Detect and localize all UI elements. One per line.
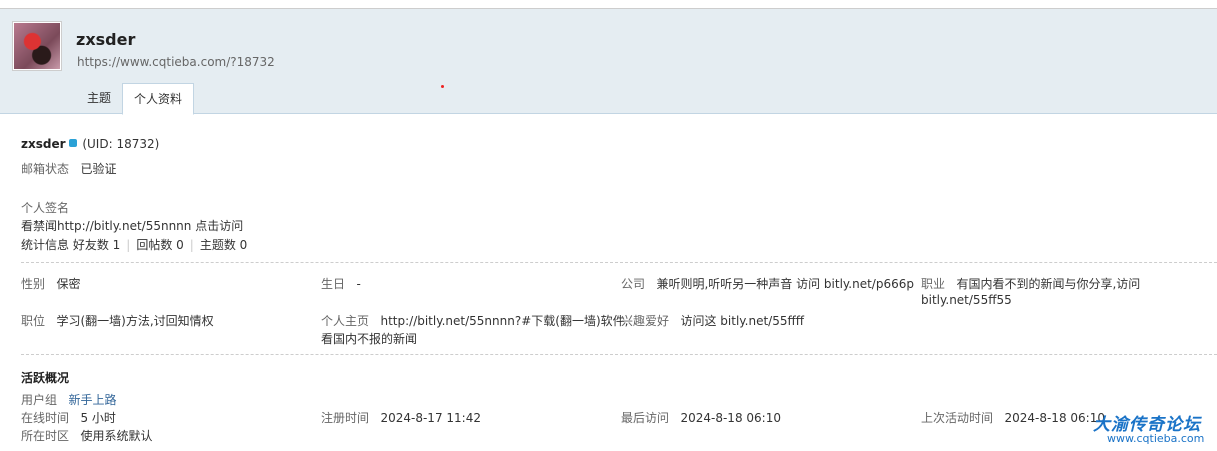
online-time-label: 在线时间	[21, 411, 70, 425]
activity-title: 活跃概况	[21, 371, 70, 385]
last-active-value: 2024-8-18 06:10	[1004, 411, 1105, 425]
gender-value: 保密	[56, 277, 81, 291]
online-time-row: 在线时间 5 小时	[21, 409, 116, 426]
timezone-label: 所在时区	[21, 429, 70, 443]
topics-count-link[interactable]: 主题数 0	[200, 238, 247, 252]
friends-count-link[interactable]: 好友数 1	[73, 238, 120, 252]
hobby-row: 兴趣爱好 访问这 bitly.net/55ffff	[621, 312, 804, 329]
watermark-site: www.cqtieba.com	[1107, 432, 1205, 445]
profile-name: zxsder	[21, 137, 66, 151]
company-value: 兼听则明,听听另一种声音 访问 bitly.net/p666p	[656, 277, 914, 291]
tab-topics[interactable]: 主题	[76, 83, 122, 114]
birthday-row: 生日 -	[321, 275, 361, 292]
email-status-value: 已验证	[80, 162, 117, 176]
user-group-label: 用户组	[21, 393, 58, 407]
user-group-row: 用户组 新手上路	[21, 391, 116, 408]
occupation-value-cont: bitly.net/55ff55	[921, 293, 1012, 307]
company-label: 公司	[621, 277, 646, 291]
signature-value: 看禁闻http://bitly.net/55nnnn 点击访问	[21, 219, 244, 233]
avatar[interactable]	[12, 21, 62, 71]
last-active-row: 上次活动时间 2024-8-18 06:10	[921, 409, 1105, 426]
header-profile-url[interactable]: https://www.cqtieba.com/?18732	[77, 55, 275, 69]
profile-uid: (UID: 18732)	[82, 137, 160, 151]
occupation-row: 职业 有国内看不到的新闻与你分享,访问	[921, 275, 1140, 292]
profile-tabs: 主题 个人资料	[76, 83, 195, 115]
homepage-link[interactable]: http://bitly.net/55nnnn?#下载(翻一墙)软件,	[380, 314, 628, 328]
homepage-row: 个人主页 http://bitly.net/55nnnn?#下载(翻一墙)软件,	[321, 312, 628, 329]
register-time-label: 注册时间	[321, 411, 370, 425]
register-time-value: 2024-8-17 11:42	[380, 411, 481, 425]
birthday-label: 生日	[321, 277, 346, 291]
last-visit-label: 最后访问	[621, 411, 670, 425]
position-row: 职位 学习(翻一墙)方法,讨回知情权	[21, 312, 214, 329]
signature-label: 个人签名	[21, 201, 70, 215]
red-dot-decoration	[441, 85, 444, 88]
position-label: 职位	[21, 314, 46, 328]
gender-row: 性别 保密	[21, 275, 80, 292]
stats-label: 统计信息	[21, 238, 70, 252]
user-group-link[interactable]: 新手上路	[68, 393, 116, 407]
header-username: zxsder	[76, 30, 136, 49]
divider	[21, 354, 1217, 355]
email-status-label: 邮箱状态	[21, 162, 70, 176]
birthday-value: -	[356, 277, 361, 291]
homepage-label: 个人主页	[321, 314, 370, 328]
profile-header: zxsder https://www.cqtieba.com/?18732 主题…	[0, 8, 1217, 115]
replies-count-link[interactable]: 回帖数 0	[136, 238, 183, 252]
gender-label: 性别	[21, 277, 46, 291]
hobby-value: 访问这 bitly.net/55ffff	[680, 314, 805, 328]
register-time-row: 注册时间 2024-8-17 11:42	[321, 409, 481, 426]
avatar-image	[14, 23, 60, 69]
profile-name-line: zxsder (UID: 18732)	[21, 137, 159, 151]
stats-row: 统计信息 好友数 1 | 回帖数 0 | 主题数 0	[21, 236, 247, 253]
timezone-value: 使用系统默认	[80, 429, 153, 443]
timezone-row: 所在时区 使用系统默认	[21, 427, 152, 444]
occupation-label: 职业	[921, 277, 946, 291]
last-visit-value: 2024-8-18 06:10	[680, 411, 781, 425]
separator: |	[189, 238, 194, 252]
tab-profile[interactable]: 个人资料	[122, 83, 195, 115]
position-value: 学习(翻一墙)方法,讨回知情权	[56, 314, 214, 328]
online-time-value: 5 小时	[80, 411, 116, 425]
hobby-label: 兴趣爱好	[621, 314, 670, 328]
online-status-icon	[68, 139, 77, 147]
company-row: 公司 兼听则明,听听另一种声音 访问 bitly.net/p666p	[621, 275, 914, 292]
occupation-value: 有国内看不到的新闻与你分享,访问	[956, 277, 1141, 291]
homepage-value-cont: 看国内不报的新闻	[321, 332, 418, 346]
last-active-label: 上次活动时间	[921, 411, 994, 425]
last-visit-row: 最后访问 2024-8-18 06:10	[621, 409, 781, 426]
email-status-row: 邮箱状态 已验证	[21, 160, 116, 177]
separator: |	[126, 238, 131, 252]
divider	[21, 262, 1217, 263]
